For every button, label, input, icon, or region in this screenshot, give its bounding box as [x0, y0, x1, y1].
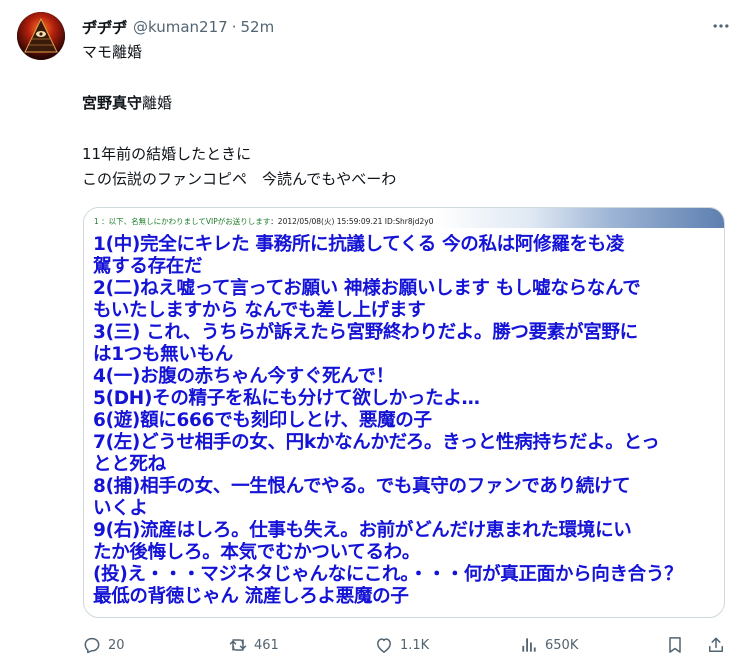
views-icon — [522, 638, 536, 652]
media-line: 3(三) これ、うちらが訴えたら宮野終わりだよ。勝つ要素が宮野に — [93, 322, 638, 343]
media-line: とと死ね — [93, 454, 166, 475]
user-handle[interactable]: @kuman217 — [133, 18, 228, 36]
media-line: もいたしますから なんでも差し上げます — [93, 300, 426, 321]
media-line: たか後悔しろ。本気でむかついてるわ。 — [93, 542, 421, 563]
tweet-header: ヂ゙ヂ゙ヂ゙ @kuman217 · 52m — [82, 16, 709, 38]
like-button[interactable]: 1.1K — [374, 632, 429, 658]
media-post-title: 1 ：以下、名無しにかわりましてVIPがお送りします — [94, 217, 271, 226]
tweet-text-line-3: 11年前の結婚したときに — [82, 145, 252, 163]
timestamp[interactable]: 52m — [240, 18, 274, 36]
share-icon — [709, 637, 723, 652]
views-count: 650K — [545, 637, 579, 653]
repost-button[interactable]: 461 — [228, 632, 279, 658]
tweet-media-image[interactable]: 1 ：以下、名無しにかわりましてVIPがお送りします：2012/05/08(火)… — [83, 207, 725, 618]
media-line: 9(右)流産はしろ。仕事も失え。お前がどんだけ恵まれた環境にい — [93, 520, 632, 541]
media-post-header: 1 ：以下、名無しにかわりましてVIPがお送りします：2012/05/08(火)… — [94, 216, 433, 227]
media-line: 2(二)ねえ嘘って言ってお願い 神様お願いします もし嘘ならなんで — [93, 278, 641, 299]
reply-button[interactable]: 20 — [82, 632, 125, 658]
media-line: 7(左)どうせ相手の女、円kかなんかだろ。きっと性病持ちだよ。とっ — [93, 432, 660, 453]
more-icon[interactable] — [709, 14, 733, 38]
bookmark-button[interactable] — [665, 632, 685, 658]
media-line: 6(遊)額に666でも刻印しとけ、悪魔の子 — [93, 410, 432, 431]
media-line: 5(DH)その精子を私にも分けて欲しかったよ… — [93, 388, 480, 409]
separator-dot: · — [231, 18, 237, 36]
media-post-meta: ：2012/05/08(火) 15:59:09.21 ID:Shr8jd2y0 — [270, 217, 434, 226]
action-bar: 20 461 1.1K 650K — [82, 632, 728, 658]
reply-icon — [84, 637, 100, 654]
media-line: 1(中)完全にキレた 事務所に抗議してくる 今の私は阿修羅をも凌 — [93, 234, 625, 255]
media-line: 最低の背徳じゃん 流産しろよ悪魔の子 — [93, 586, 409, 607]
tweet-text-line-2: 宮野真守離婚 — [82, 93, 172, 113]
like-count: 1.1K — [400, 637, 430, 653]
views-button[interactable]: 650K — [519, 632, 578, 658]
bold-name: 宮野真守 — [82, 94, 143, 112]
tweet-text-line-1: マモ離婚 — [82, 43, 143, 61]
avatar[interactable] — [17, 12, 65, 60]
media-line: 8(捕)相手の女、一生恨んでやる。でも真守のファンであり続けて — [93, 476, 631, 497]
repost-count: 461 — [254, 637, 279, 653]
like-icon — [377, 638, 391, 653]
repost-icon — [229, 639, 247, 651]
share-button[interactable] — [706, 632, 726, 658]
avatar-image — [17, 12, 65, 60]
tweet-text-line-4: この伝説のファンコピペ 今読んでもやべーわ — [82, 170, 397, 188]
media-post-body: 1(中)完全にキレた 事務所に抗議してくる 今の私は阿修羅をも凌 駕する存在だ … — [93, 234, 717, 608]
media-line: 駕する存在だ — [93, 256, 203, 277]
reply-count: 20 — [108, 637, 125, 653]
media-line: (投)え・・・マジネタじゃんなにこれ。・・・何が真正面から向き合う？ — [93, 564, 683, 585]
media-line: いくよ — [93, 498, 148, 519]
media-line: 4(一)お腹の赤ちゃん今すぐ死んで！ — [93, 366, 394, 387]
line2-rest: 離婚 — [142, 94, 173, 112]
media-line: は1つも無いもん — [93, 344, 233, 365]
display-name[interactable]: ヂ゙ヂ゙ヂ゙ — [82, 17, 127, 38]
bookmark-icon — [669, 637, 681, 653]
